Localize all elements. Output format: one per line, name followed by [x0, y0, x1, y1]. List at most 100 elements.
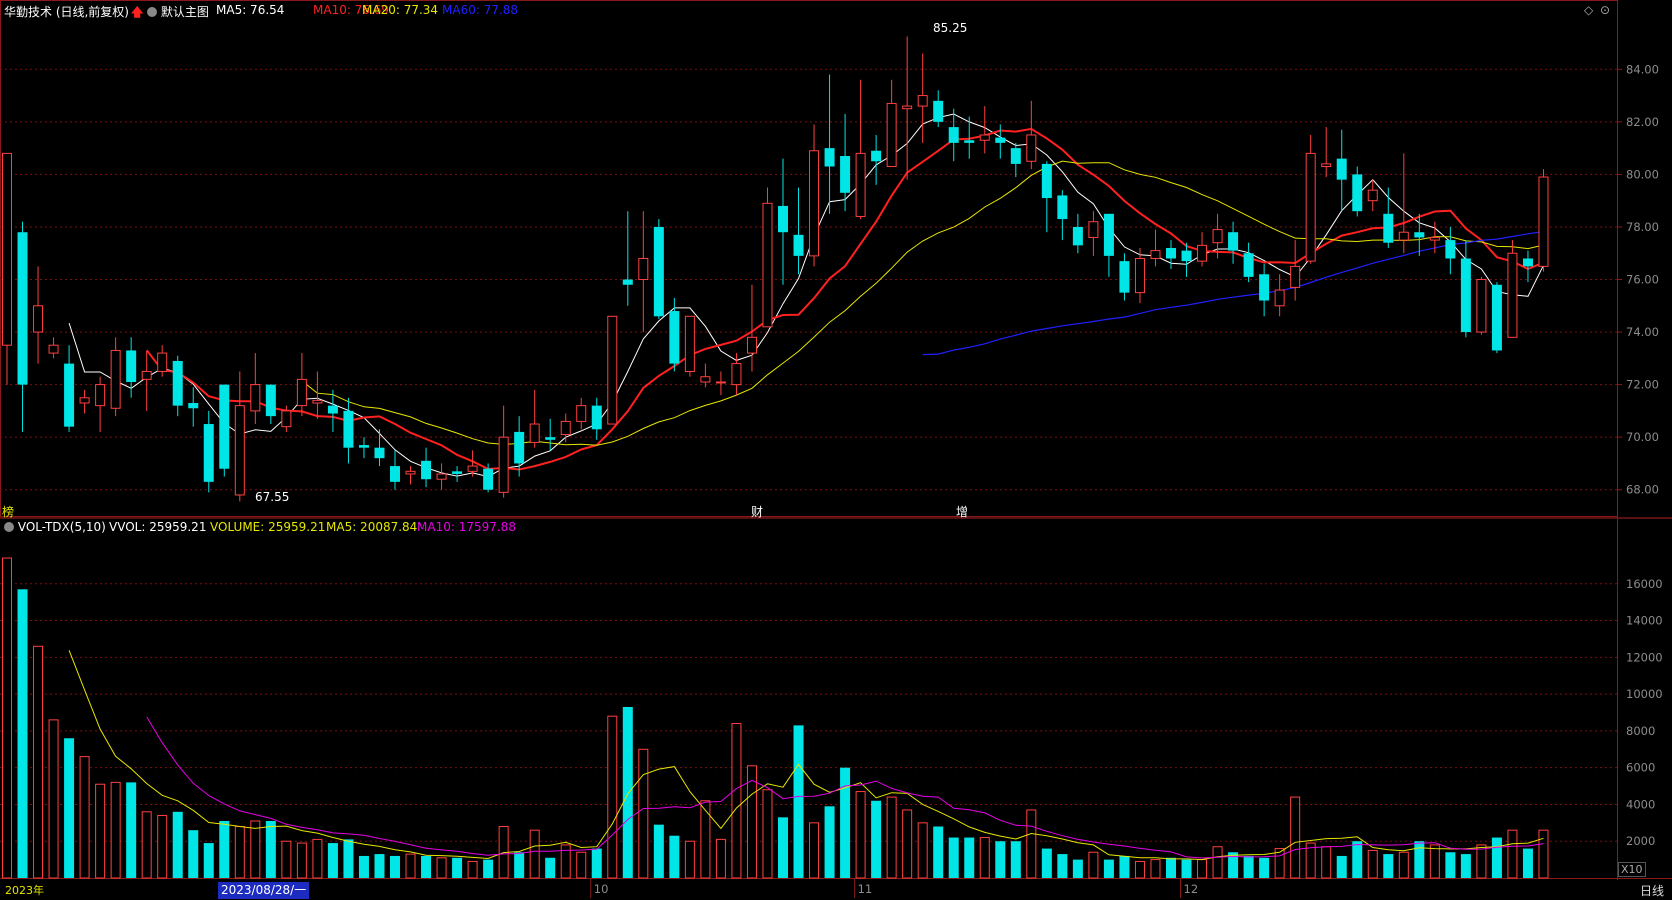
candle-body: [1166, 247, 1176, 259]
candle-body: [1228, 232, 1239, 251]
high-price-label: 85.25: [933, 21, 968, 35]
candle-body: [436, 473, 447, 480]
volume-bar: [33, 645, 44, 879]
main-chart-frame: [0, 0, 1672, 880]
volume-bar: [405, 853, 416, 879]
candle-body: [964, 140, 975, 143]
candle-body: [203, 424, 214, 482]
price-axis: 84.00 82.00 80.00 78.00 76.00 74.00 72.00 70.00…: [1617, 62, 1659, 497]
volume-tick-label: 12000: [1626, 650, 1663, 664]
share-increase-marker[interactable]: 增: [956, 503, 968, 520]
vvol-value: VVOL: 25959.21: [109, 520, 207, 534]
settings-icon[interactable]: ⊙: [1600, 3, 1610, 17]
volume-bar: [343, 839, 354, 878]
volume-bar: [871, 800, 882, 878]
candle-body: [358, 445, 369, 448]
candle-body: [855, 152, 866, 217]
volume-bar: [2, 557, 12, 879]
volume-bar: [793, 725, 804, 878]
zoom-badge[interactable]: X10: [1618, 862, 1646, 877]
candle-body: [653, 226, 664, 317]
volume-bar: [1321, 846, 1332, 879]
volume-bar: [467, 860, 478, 879]
volume-bar: [1119, 855, 1130, 878]
template-dropdown[interactable]: 默认主图: [147, 3, 209, 20]
volume-bar: [250, 820, 261, 879]
candle-body: [421, 460, 432, 480]
candle-body: [374, 447, 385, 459]
financial-report-marker[interactable]: 财: [751, 503, 763, 520]
candle-body: [1088, 221, 1099, 238]
price-tick-label: 84.00: [1626, 62, 1659, 76]
stock-title[interactable]: 华勤技术 (日线,前复权): [4, 3, 129, 20]
candle-body: [343, 410, 354, 448]
volume-bar: [840, 767, 851, 878]
candle-body: [1491, 284, 1502, 351]
volume-bar: [1243, 855, 1254, 878]
candle-body: [390, 466, 400, 482]
volume-bar: [110, 781, 121, 879]
volume-bars[interactable]: [2, 557, 1549, 879]
candlesticks[interactable]: [2, 36, 1549, 502]
rank-marker[interactable]: 榜: [2, 503, 14, 520]
candle-body: [1398, 231, 1409, 241]
volume-bar: [483, 859, 494, 878]
volume-bar: [1057, 854, 1068, 878]
cursor-date: 2023/08/28/一: [218, 882, 310, 899]
volume-tick-label: 14000: [1626, 614, 1663, 628]
candle-body: [1290, 265, 1301, 288]
candle-body: [809, 150, 820, 257]
year-label: 2023年: [5, 884, 44, 897]
candle-body: [1197, 244, 1208, 262]
volume-bar: [886, 796, 897, 879]
candle-body: [234, 405, 245, 496]
volume-moving-averages: [68, 650, 1544, 861]
candle-body: [840, 156, 851, 193]
volume-tick-label: 8000: [1626, 724, 1655, 738]
candle-body: [902, 105, 913, 110]
volume-bar: [638, 748, 649, 879]
ma20-value: MA20: 77.34: [362, 3, 439, 17]
volume-bar: [1166, 857, 1176, 878]
volume-bar: [1134, 860, 1145, 879]
volume-bar: [1041, 848, 1052, 878]
volume-dropdown[interactable]: VOL-TDX(5,10): [4, 520, 106, 534]
candle-body: [1072, 226, 1083, 246]
price-tick-label: 80.00: [1626, 167, 1659, 181]
volume-bar: [902, 809, 913, 879]
volume-bar: [964, 837, 975, 878]
volume-tick-label: 4000: [1626, 797, 1655, 811]
diamond-icon[interactable]: ◇: [1584, 3, 1593, 17]
volume-bar: [281, 840, 292, 879]
candle-body: [250, 384, 261, 412]
candle-body: [110, 349, 121, 409]
candle-body: [172, 360, 183, 406]
volume-bar: [809, 822, 820, 879]
volume-bar: [1150, 859, 1161, 879]
volume-bar: [421, 855, 432, 878]
volume-bar: [1352, 841, 1363, 878]
volume-bar: [1088, 851, 1099, 879]
volume-bar: [979, 837, 990, 879]
volume-bar: [1491, 837, 1502, 878]
view-mode-button[interactable]: 日线: [1640, 882, 1664, 899]
price-tick-label: 82.00: [1626, 115, 1659, 129]
candle-body: [1336, 158, 1347, 180]
candle-body: [1119, 261, 1130, 293]
volume-tick-label: 10000: [1626, 687, 1663, 701]
ma5-value: MA5: 76.54: [216, 3, 285, 17]
volume-bar: [576, 851, 587, 879]
volume-tick-label: 16000: [1626, 577, 1663, 591]
candle-body: [452, 471, 463, 474]
candle-body: [824, 148, 835, 167]
volume-bar: [203, 843, 214, 878]
candle-body: [979, 134, 990, 141]
chart-canvas[interactable]: 84.00 82.00 80.00 78.00 76.00 74.00 72.00 70.00…: [0, 0, 1672, 900]
volume-bar: [17, 589, 28, 878]
volume-bar: [390, 855, 400, 878]
volume-bar: [452, 857, 463, 878]
volume-bar: [1290, 796, 1301, 879]
candle-body: [948, 127, 959, 143]
volume-bar: [1103, 859, 1114, 878]
volume-bar: [1367, 849, 1378, 879]
